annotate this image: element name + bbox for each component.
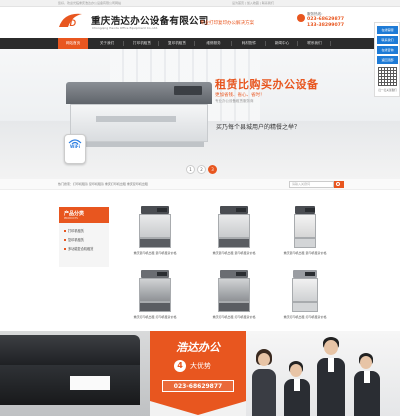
banner-question: 买乃每个县城用户的精餐之举？ bbox=[216, 124, 301, 131]
slide-dot-3[interactable]: 3 bbox=[208, 165, 217, 174]
float-top-button[interactable]: 返回顶部 bbox=[377, 56, 398, 64]
product-card[interactable]: 重庆打印机出租 打印机租赁价格 bbox=[120, 268, 190, 326]
product-card[interactable]: 重庆复印机出租 复印机租赁价格 bbox=[199, 204, 269, 262]
company-name: 重庆浩达办公设备有限公司 bbox=[91, 16, 209, 27]
slide-dot-1[interactable]: 1 bbox=[186, 165, 195, 174]
category-title: 产品分类 bbox=[64, 211, 85, 217]
nav-item-about[interactable]: 关于我们 bbox=[92, 38, 122, 49]
wifi-badge: WiFi bbox=[64, 134, 86, 164]
hot-search-words[interactable]: 热门搜索：打印机租赁 复印机租赁 重庆打印机出租 重庆复印机出租 bbox=[58, 182, 148, 186]
category-item-mfp[interactable]: 多功能复合机租赁 bbox=[64, 246, 94, 251]
product-card[interactable]: 重庆复印机出租 复印机租赁价格 bbox=[120, 204, 190, 262]
search-button[interactable] bbox=[334, 181, 344, 188]
product-card[interactable]: 重庆打印机出租 打印机租赁价格 bbox=[199, 268, 269, 326]
top-strip: 您好，欢迎光临重庆浩达办公设备有限公司网站 设为首页 | 加入收藏 | 联系我们 bbox=[0, 0, 400, 7]
hero-banner[interactable]: WiFi 租赁比购买办公设备 更加省钱、省心、省时！ 专业办公设备租赁服务商 买… bbox=[0, 49, 400, 179]
nav-item-contact[interactable]: 联系我们 bbox=[299, 38, 330, 49]
company-logo[interactable]: HD bbox=[58, 11, 84, 31]
product-caption[interactable]: 重庆复印机出租 复印机租赁价格 bbox=[120, 251, 190, 255]
logo-text: HD bbox=[63, 18, 76, 28]
nav-item-news[interactable]: 新闻中心 bbox=[267, 38, 297, 49]
advantage-printer-image bbox=[0, 331, 150, 416]
product-card[interactable]: 重庆打印机出租 打印机租赁价格 bbox=[270, 268, 340, 326]
qr-label: 扫一扫关注我们 bbox=[378, 89, 397, 92]
main-nav: 网站首页 关于我们 打印机租赁 复印机租赁 维修服务 耗材配件 新闻中心 联系我… bbox=[0, 38, 400, 49]
nav-item-copier-rental[interactable]: 复印机租赁 bbox=[160, 38, 194, 49]
product-image bbox=[285, 206, 325, 250]
product-image bbox=[135, 206, 175, 250]
banner-title: 租赁比购买办公设备 bbox=[215, 78, 319, 91]
nav-item-repair[interactable]: 维修服务 bbox=[196, 38, 231, 49]
wifi-label: WiFi bbox=[70, 144, 80, 149]
product-card[interactable]: 重庆复印机出租 复印机租赁价格 bbox=[270, 204, 340, 262]
advantage-badge: 浩达办公 4 大优势 023-68629877 bbox=[150, 331, 246, 416]
advantage-phone-box: 023-68629877 bbox=[162, 380, 234, 392]
advantage-banner: 浩达办公 4 大优势 023-68629877 bbox=[0, 331, 400, 416]
category-item-copier[interactable]: 复印机租赁 bbox=[64, 237, 84, 242]
product-caption[interactable]: 重庆打印机出租 打印机租赁价格 bbox=[199, 315, 269, 319]
business-people-image bbox=[246, 331, 400, 416]
product-caption[interactable]: 重庆打印机出租 打印机租赁价格 bbox=[120, 315, 190, 319]
float-contact-button[interactable]: 联系我们 bbox=[377, 36, 398, 44]
search-input[interactable]: 请输入关键词 bbox=[289, 181, 334, 188]
welcome-text: 您好，欢迎光临重庆浩达办公设备有限公司网站 bbox=[58, 1, 122, 5]
nav-item-home[interactable]: 网站首页 bbox=[58, 38, 88, 49]
advantage-phone: 023-68629877 bbox=[173, 383, 223, 390]
product-caption[interactable]: 重庆打印机出租 打印机租赁价格 bbox=[270, 315, 340, 319]
product-image bbox=[285, 270, 325, 314]
top-links[interactable]: 设为首页 | 加入收藏 | 联系我们 bbox=[232, 1, 274, 5]
product-image bbox=[214, 206, 254, 250]
product-caption[interactable]: 重庆复印机出租 复印机租赁价格 bbox=[270, 251, 340, 255]
float-online-service-button[interactable]: 在线客服 bbox=[377, 26, 398, 34]
banner-printer-image bbox=[66, 82, 212, 148]
category-title-en: PRODUCTS bbox=[64, 217, 78, 220]
phone-icon bbox=[297, 14, 305, 22]
banner-subtitle: 更加省钱、省心、省时！ bbox=[215, 93, 265, 98]
search-icon bbox=[336, 182, 340, 186]
product-image bbox=[214, 270, 254, 314]
banner-subtitle-2: 专业办公设备租赁服务商 bbox=[215, 99, 254, 103]
product-image bbox=[135, 270, 175, 314]
page: 您好，欢迎光临重庆浩达办公设备有限公司网站 设为首页 | 加入收藏 | 联系我们… bbox=[0, 0, 400, 416]
advantage-number: 4 bbox=[174, 360, 186, 372]
category-header: 产品分类 PRODUCTS bbox=[59, 207, 109, 223]
category-panel: 产品分类 PRODUCTS 打印机租赁 复印机租赁 多功能复合机租赁 bbox=[59, 207, 109, 267]
products-section: 产品分类 PRODUCTS 打印机租赁 复印机租赁 多功能复合机租赁 重庆复印机… bbox=[0, 190, 400, 330]
product-caption[interactable]: 重庆复印机出租 复印机租赁价格 bbox=[199, 251, 269, 255]
qr-code-icon bbox=[378, 67, 397, 86]
float-consult-button[interactable]: 在线咨询 bbox=[377, 46, 398, 54]
slide-dot-2[interactable]: 2 bbox=[197, 165, 206, 174]
hotline: 服务热线： 023-68629877 133-38299077 bbox=[297, 12, 352, 29]
site-header: HD 重庆浩达办公设备有限公司 Chongqing Haoda Office E… bbox=[0, 7, 400, 38]
side-float-panel: 在线客服 联系我们 在线咨询 返回顶部 扫一扫关注我们 bbox=[374, 22, 400, 97]
category-item-printer[interactable]: 打印机租赁 bbox=[64, 228, 84, 233]
hotline-number-2: 133-38299077 bbox=[307, 23, 345, 28]
nav-item-printer-rental[interactable]: 打印机租赁 bbox=[126, 38, 158, 49]
search-bar: 热门搜索：打印机租赁 复印机租赁 重庆打印机出租 重庆复印机出租 请输入关键词 bbox=[0, 179, 400, 190]
company-name-en: Chongqing Haoda Office Equipment Co.,Ltd… bbox=[92, 26, 159, 30]
nav-item-consumables[interactable]: 耗材配件 bbox=[233, 38, 265, 49]
advantage-brand: 浩达办公 bbox=[176, 341, 220, 354]
advantage-label: 大优势 bbox=[190, 362, 211, 370]
header-slogan: 专业打印复印办公解决方案 bbox=[200, 21, 254, 26]
